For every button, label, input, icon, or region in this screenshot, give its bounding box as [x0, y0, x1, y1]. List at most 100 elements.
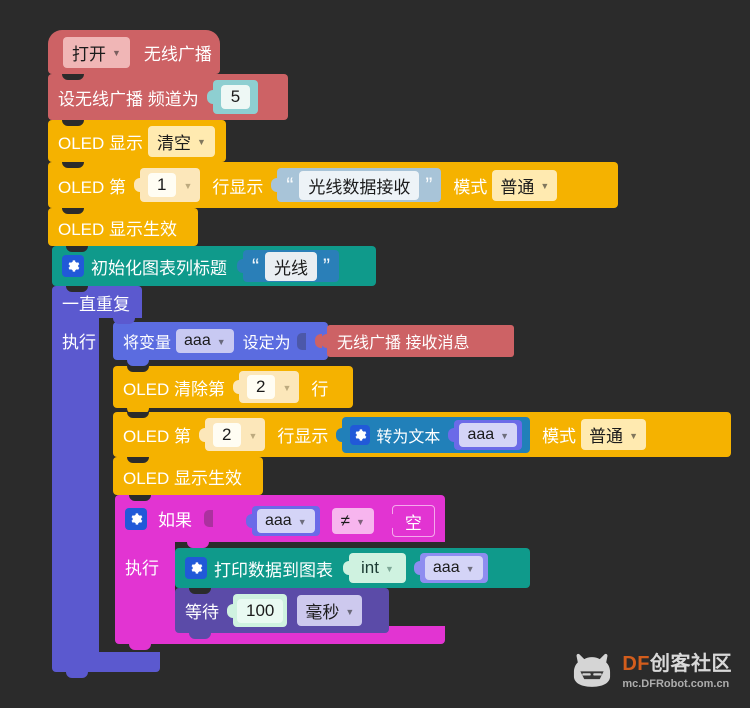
radio-channel-prefix: 设无线广播 频道为 [58, 89, 199, 109]
chart-init-title-input[interactable]: 光线 [265, 251, 317, 281]
block-compare[interactable]: aaa ▼ ≠ ▼ 空 [236, 503, 441, 539]
to-text-variable-name: aaa [467, 425, 495, 443]
block-radio-receive[interactable]: 无线广播 接收消息 [321, 325, 514, 357]
oled-flush-2-label: OLED 显示生效 [123, 468, 243, 488]
set-variable-socket [296, 332, 306, 350]
wait-duration-input[interactable]: 100 [237, 598, 284, 623]
if-condition-socket [204, 510, 213, 527]
block-radio-channel[interactable]: 设无线广播 频道为 5 [48, 74, 288, 126]
wait-unit-value: 毫秒 [305, 603, 340, 622]
chevron-down-icon: ▼ [183, 181, 193, 191]
oled-line2-mode-label: 模式 [542, 427, 577, 446]
watermark-text: DF创客社区 mc.DFRobot.com.cn [622, 653, 732, 691]
chevron-down-icon: ▼ [297, 517, 307, 527]
block-oled-flush-1[interactable]: OLED 显示生效 [48, 208, 198, 252]
compare-variable-block[interactable]: aaa ▼ [252, 506, 320, 536]
radio-channel-value-block[interactable]: 5 [212, 80, 259, 114]
gear-icon[interactable] [62, 255, 84, 277]
oled-line1-number-input[interactable]: 1 [148, 173, 176, 197]
print-chart-variable-dropdown[interactable]: aaa ▼ [424, 556, 483, 580]
block-oled-display[interactable]: OLED 显示 清空 ▼ [48, 120, 226, 168]
oled-display-mode-dropdown[interactable]: 清空 ▼ [148, 125, 215, 157]
compare-variable-name: aaa [265, 512, 292, 529]
watermark-brand: DF创客社区 [622, 653, 732, 676]
set-variable-name: aaa [184, 332, 211, 349]
robot-head-icon [574, 653, 611, 687]
chevron-down-icon: ▼ [197, 137, 206, 147]
block-to-text[interactable]: 转为文本 aaa ▼ [342, 416, 531, 453]
quote-close-icon: ” [323, 254, 330, 278]
set-variable-dropdown[interactable]: aaa ▼ [176, 329, 234, 353]
to-text-variable-block[interactable]: aaa ▼ [454, 419, 523, 450]
blockly-workspace: { "workspace": { "background_color": "#2… [0, 0, 750, 708]
oled-line1-mode-dropdown[interactable]: 普通 ▼ [492, 169, 558, 201]
radio-channel-input[interactable]: 5 [220, 85, 251, 109]
oled-line2-number-block[interactable]: 2 ▼ [205, 418, 266, 451]
print-chart-variable-name: aaa [432, 559, 460, 576]
oled-clear-suffix: 行 [311, 379, 329, 399]
oled-line1-number-block[interactable]: 1 ▼ [140, 168, 201, 202]
chevron-down-icon: ▼ [500, 430, 510, 441]
compare-operator-symbol: ≠ [340, 511, 350, 530]
set-variable-prefix: 将变量 [123, 335, 172, 352]
if-label: 如果 [158, 511, 192, 530]
chevron-down-icon: ▼ [384, 564, 394, 574]
oled-line2-number-input[interactable]: 2 [213, 422, 241, 447]
block-oled-line1[interactable]: OLED 第 1 ▼ 行显示 “ 光线数据接收 ” 模式 普通 ▼ [48, 162, 618, 214]
repeat-forever-header[interactable]: 一直重复 [52, 286, 142, 318]
quote-open-icon: “ [286, 173, 294, 197]
oled-line2-mid: 行显示 [277, 427, 329, 446]
to-text-variable-dropdown[interactable]: aaa ▼ [459, 422, 518, 447]
print-chart-cast-value: int [361, 558, 379, 577]
wait-unit-dropdown[interactable]: 毫秒 ▼ [297, 595, 363, 626]
oled-clear-number-block[interactable]: 2 ▼ [239, 371, 300, 403]
oled-line1-text-input[interactable]: 光线数据接收 [299, 170, 420, 200]
gear-icon[interactable] [350, 424, 371, 445]
set-variable-mid: 设定为 [242, 335, 291, 352]
chevron-down-icon: ▼ [112, 48, 121, 58]
if-do-label: 执行 [125, 559, 159, 578]
block-oled-clear-line[interactable]: OLED 清除第 2 ▼ 行 [113, 366, 353, 414]
repeat-forever-mouth-notch [113, 318, 135, 324]
block-wait[interactable]: 等待 100 毫秒 ▼ [175, 588, 389, 639]
oled-clear-number-input[interactable]: 2 [247, 375, 275, 399]
compare-variable-dropdown[interactable]: aaa ▼ [257, 509, 315, 533]
oled-line1-prefix: OLED 第 [58, 177, 127, 197]
block-print-chart[interactable]: 打印数据到图表 int ▼ aaa ▼ [175, 548, 530, 594]
chevron-down-icon: ▼ [345, 606, 355, 617]
repeat-forever-body: 执行 [52, 318, 99, 652]
compare-operator-dropdown[interactable]: ≠ ▼ [331, 508, 374, 534]
wait-label: 等待 [185, 603, 219, 622]
print-chart-cast-dropdown[interactable]: int ▼ [355, 556, 400, 580]
block-radio-on[interactable]: 打开 ▼ 无线广播 [48, 30, 220, 80]
chevron-down-icon: ▼ [465, 564, 475, 574]
chart-init-label: 初始化图表列标题 [91, 258, 227, 278]
block-set-variable[interactable]: 将变量 aaa ▼ 设定为 [113, 322, 328, 366]
oled-line1-mid: 行显示 [212, 177, 264, 197]
if-body: 执行 [115, 542, 175, 626]
oled-display-mode-label: 清空 [157, 133, 192, 153]
chart-init-string-block[interactable]: “ 光线 ” [243, 250, 339, 282]
block-oled-flush-2[interactable]: OLED 显示生效 [113, 457, 263, 501]
oled-line1-mode-value: 普通 [500, 177, 535, 197]
block-chart-init[interactable]: 初始化图表列标题 “ 光线 ” [52, 246, 376, 292]
print-chart-cast-block[interactable]: int ▼ [349, 553, 406, 583]
compare-empty-block[interactable]: 空 [391, 505, 435, 537]
block-oled-line2[interactable]: OLED 第 2 ▼ 行显示 转为文本 aaa ▼ 模式 普通 ▼ [113, 412, 731, 463]
print-chart-variable-block[interactable]: aaa ▼ [419, 553, 488, 583]
oled-line2-mode-dropdown[interactable]: 普通 ▼ [581, 419, 646, 450]
gear-icon[interactable] [125, 507, 147, 530]
oled-line2-prefix: OLED 第 [123, 427, 192, 446]
oled-line1-mode-label: 模式 [453, 177, 488, 197]
radio-state-dropdown[interactable]: 打开 ▼ [63, 36, 130, 68]
watermark-logo: DF创客社区 mc.DFRobot.com.cn [571, 652, 732, 692]
gear-icon[interactable] [185, 557, 207, 579]
repeat-forever-footer [52, 652, 160, 678]
radio-state-label: 打开 [72, 44, 106, 64]
oled-line1-string-block[interactable]: “ 光线数据接收 ” [277, 168, 442, 202]
chevron-down-icon: ▼ [248, 430, 258, 441]
chevron-down-icon: ▼ [282, 383, 292, 393]
wait-number-block[interactable]: 100 [233, 594, 288, 627]
radio-on-title: 无线广播 [143, 44, 212, 64]
quote-close-icon: ” [425, 173, 433, 197]
